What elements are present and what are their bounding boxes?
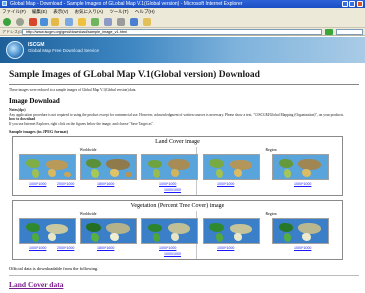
vegetation-panel: Vegetation (Percent Tree Cover) image Wo… <box>12 200 343 260</box>
notes-heading: Notes(dpc) <box>9 108 26 112</box>
land-cover-link-6[interactable]: 1000*1000 <box>294 182 311 186</box>
footer-divider <box>9 275 359 276</box>
print-icon[interactable] <box>117 18 125 26</box>
land-cover-link-5[interactable]: 1000*1000 <box>217 182 234 186</box>
home-icon[interactable] <box>51 18 59 26</box>
go-button[interactable] <box>325 29 333 35</box>
notes-line-3: If you use Internet Explorer, right clic… <box>9 121 154 126</box>
vegetation-map-1[interactable] <box>19 218 76 244</box>
site-logo-subtitle: Global Map Free Download Service <box>28 48 100 53</box>
intro-text: These images were reduced to a sample im… <box>9 88 137 92</box>
land-cover-link-1[interactable]: 1000*1000 <box>29 182 46 186</box>
site-header-banner: ISCGM Global Map Free Download Service <box>0 37 365 63</box>
address-bar: アドレス(D) http://www.iscgm.org/gmd/downloa… <box>0 28 365 36</box>
forward-icon[interactable] <box>16 18 24 26</box>
land-cover-panel: Land Cover image Worldwide Region 1000*1… <box>12 136 343 196</box>
panel-worldwide-heading: Worldwide <box>79 148 97 152</box>
search-icon[interactable] <box>65 18 73 26</box>
menu-tools[interactable]: ツール(T) <box>109 9 128 14</box>
panel-title-vegetation: Vegetation (Percent Tree Cover) image <box>130 203 225 209</box>
page-content: Sample Images of GLobal Map V.1(Global v… <box>0 63 365 293</box>
notes-line-1: Any application procedure is not require… <box>9 112 344 117</box>
favorites-icon[interactable] <box>78 18 86 26</box>
title-divider <box>9 84 359 85</box>
footer-text: Official data is downloadable from the f… <box>9 266 99 271</box>
mail-icon[interactable] <box>104 18 112 26</box>
close-button[interactable] <box>357 1 363 7</box>
page-title: Sample Images of GLobal Map V.1(Global v… <box>9 70 260 80</box>
vegetation-map-5[interactable] <box>272 218 329 244</box>
ie-app-icon <box>2 1 7 6</box>
vegetation-link-3[interactable]: 1800*1600 <box>97 246 114 250</box>
globe-logo-icon[interactable] <box>6 41 24 59</box>
land-cover-link-bottom[interactable]: 1000/1000 <box>164 188 181 192</box>
panel-region-heading: Region <box>265 148 277 152</box>
land-cover-map-2[interactable] <box>80 154 137 180</box>
folder-icon[interactable] <box>143 18 151 26</box>
land-cover-link-2[interactable]: 2000*1000 <box>57 182 74 186</box>
panel-worldwide-heading-2: Worldwide <box>79 212 97 216</box>
menu-favorites[interactable]: お気に入り(A) <box>75 9 104 14</box>
sample-images-label: Sample images (in JPEG format) <box>9 129 69 134</box>
address-input[interactable]: http://www.iscgm.org/gmd/download/sample… <box>22 29 322 35</box>
land-cover-map-1[interactable] <box>19 154 76 180</box>
panel-region-heading-2: Region <box>265 212 277 216</box>
browser-toolbar <box>0 16 365 28</box>
vegetation-link-2[interactable]: 2000*1000 <box>57 246 74 250</box>
vegetation-map-4[interactable] <box>203 218 260 244</box>
vegetation-link-6[interactable]: 1000*1000 <box>294 246 311 250</box>
refresh-icon[interactable] <box>40 18 48 26</box>
vegetation-map-2[interactable] <box>80 218 137 244</box>
land-cover-map-5[interactable] <box>272 154 329 180</box>
vegetation-map-3[interactable] <box>141 218 198 244</box>
back-icon[interactable] <box>3 18 11 26</box>
vegetation-link-1[interactable]: 1000*1000 <box>29 246 46 250</box>
menu-help[interactable]: ヘルプ(H) <box>135 9 155 14</box>
toolbar-search-input[interactable] <box>336 29 363 35</box>
land-cover-data-link[interactable]: Land Cover data <box>9 280 63 289</box>
vegetation-link-4[interactable]: 1000*1000 <box>159 246 176 250</box>
section-title: Image Download <box>9 97 60 105</box>
land-cover-map-3[interactable] <box>141 154 198 180</box>
history-icon[interactable] <box>91 18 99 26</box>
edit-icon[interactable] <box>130 18 138 26</box>
vegetation-link-5[interactable]: 1000*1000 <box>217 246 234 250</box>
notes-line-2: how to download <box>9 117 36 121</box>
menu-file[interactable]: ファイル(F) <box>2 9 26 14</box>
menu-edit[interactable]: 編集(E) <box>32 9 47 14</box>
window-title: Global Map - Download - Sample Images of… <box>10 1 243 7</box>
address-label: アドレス(D) <box>2 29 24 34</box>
vegetation-link-bottom[interactable]: 1000/1000 <box>164 252 181 256</box>
panel-title-land-cover: Land Cover image <box>155 139 200 145</box>
minimize-button[interactable] <box>342 1 348 7</box>
land-cover-link-4[interactable]: 1000*1000 <box>159 182 176 186</box>
menu-view[interactable]: 表示(V) <box>53 9 68 14</box>
menu-bar: ファイル(F) 編集(E) 表示(V) お気に入り(A) ツール(T) ヘルプ(… <box>0 8 365 16</box>
land-cover-link-3[interactable]: 1800*1600 <box>97 182 114 186</box>
stop-icon[interactable] <box>29 18 37 26</box>
maximize-button[interactable] <box>349 1 355 7</box>
land-cover-map-4[interactable] <box>203 154 260 180</box>
window-titlebar: Global Map - Download - Sample Images of… <box>0 0 365 8</box>
